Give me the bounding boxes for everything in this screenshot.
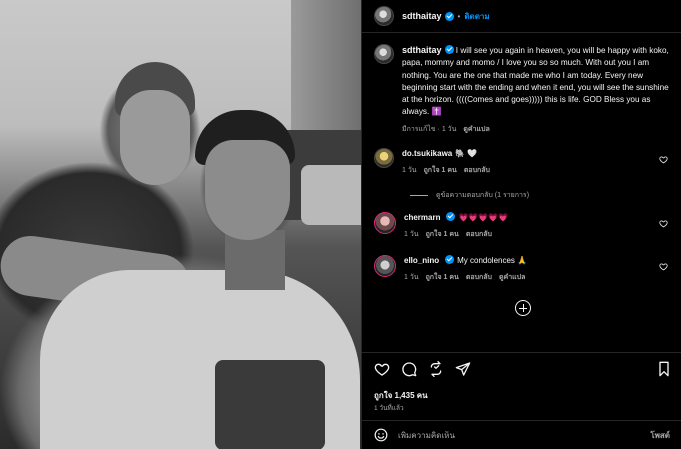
header-divider bbox=[362, 32, 681, 33]
send-icon[interactable] bbox=[455, 361, 471, 377]
comment-item: chermarn 💗💗💗💗💗 1 วัน ถูกใจ 1 คน ตอบกลับ bbox=[374, 212, 674, 240]
photo-pillow bbox=[301, 165, 361, 225]
instagram-post-modal: sdthaitay • ติดตาม sdthaitay I will see … bbox=[0, 0, 681, 449]
comment-username[interactable]: chermarn bbox=[404, 213, 440, 222]
comment-like-heart-icon[interactable] bbox=[659, 262, 668, 271]
comment-avatar[interactable] bbox=[374, 148, 394, 168]
comment-body: ello_nino My condolences 🙏 1 วัน ถูกใจ 1 ค… bbox=[404, 255, 664, 283]
bookmark-icon[interactable] bbox=[656, 361, 672, 377]
comment-text: 🐘 🤍 bbox=[455, 149, 478, 158]
likes-count[interactable]: ถูกใจ 1,435 คน bbox=[374, 389, 428, 402]
verified-badge-icon bbox=[445, 255, 455, 264]
comment-line: ello_nino My condolences 🙏 bbox=[404, 255, 664, 267]
comment-time: 1 วัน bbox=[404, 274, 419, 281]
comment-body: do.tsukikawa 🐘 🤍 1 วัน ถูกใจ 1 คน ตอบกลับ bbox=[402, 148, 662, 176]
follow-button[interactable]: ติดตาม bbox=[464, 10, 489, 23]
verified-badge-icon bbox=[444, 11, 454, 21]
smiley-icon[interactable] bbox=[374, 428, 388, 442]
comment-text: My condolences 🙏 bbox=[457, 256, 528, 265]
comment-reply-button[interactable]: ตอบกลับ bbox=[464, 167, 490, 174]
comment-item: ello_nino My condolences 🙏 1 วัน ถูกใจ 1 ค… bbox=[374, 255, 674, 283]
caption: sdthaitay I will see you again in heaven… bbox=[374, 44, 674, 136]
view-replies-text[interactable]: ดูข้อความตอบกลับ (1 รายการ) bbox=[436, 190, 529, 201]
header-separator: • bbox=[457, 11, 461, 21]
view-replies-link[interactable]: ดูข้อความตอบกลับ (1 รายการ) bbox=[410, 190, 529, 201]
caption-avatar[interactable] bbox=[374, 44, 394, 64]
photo-curtain bbox=[291, 0, 361, 150]
post-time: 1 วันที่แล้ว bbox=[374, 405, 404, 412]
photo-shirt-print bbox=[215, 360, 325, 449]
comment-item: do.tsukikawa 🐘 🤍 1 วัน ถูกใจ 1 คน ตอบกลับ bbox=[374, 148, 674, 176]
comment-meta: 1 วัน ถูกใจ 1 คน ตอบกลับ bbox=[402, 165, 662, 176]
comment-line: chermarn 💗💗💗💗💗 bbox=[404, 212, 664, 224]
comment-username[interactable]: do.tsukikawa bbox=[402, 149, 452, 158]
comment-reply-button[interactable]: ตอบกลับ bbox=[466, 231, 492, 238]
comment-meta: 1 วัน ถูกใจ 1 คน ตอบกลับ ดูคำแปล bbox=[404, 272, 664, 283]
post-photo[interactable] bbox=[0, 0, 361, 449]
photo-woman-face bbox=[120, 90, 190, 185]
header-username[interactable]: sdthaitay bbox=[402, 11, 442, 21]
plus-circle-icon[interactable] bbox=[515, 300, 531, 316]
actions-divider bbox=[362, 352, 681, 353]
post-header: sdthaitay • ติดตาม bbox=[362, 0, 681, 32]
avatar[interactable] bbox=[374, 6, 394, 26]
comment-username[interactable]: ello_nino bbox=[404, 256, 439, 265]
comment-body: chermarn 💗💗💗💗💗 1 วัน ถูกใจ 1 คน ตอบกลับ bbox=[404, 212, 664, 240]
post-comment-button[interactable]: โพสต์ bbox=[650, 429, 670, 442]
caption-meta: มีการแก้ไข · 1 วัน ดูคำแปล bbox=[402, 124, 670, 136]
comment-meta: 1 วัน ถูกใจ 1 คน ตอบกลับ bbox=[404, 229, 664, 240]
verified-badge-icon bbox=[446, 212, 456, 221]
comment-avatar[interactable] bbox=[374, 255, 396, 277]
comment-reply-button[interactable]: ตอบกลับ bbox=[466, 274, 492, 281]
share-icon[interactable] bbox=[428, 361, 444, 377]
comment-like-heart-icon[interactable] bbox=[659, 219, 668, 228]
comment-composer: โพสต์ bbox=[362, 421, 681, 449]
caption-translate-link[interactable]: ดูคำแปล bbox=[463, 126, 489, 133]
comment-likes[interactable]: ถูกใจ 1 คน bbox=[426, 274, 459, 281]
comment-likes[interactable]: ถูกใจ 1 คน bbox=[424, 167, 457, 174]
comment-likes[interactable]: ถูกใจ 1 คน bbox=[426, 231, 459, 238]
photo-man-face bbox=[205, 140, 290, 240]
comment-line: do.tsukikawa 🐘 🤍 bbox=[402, 148, 662, 160]
caption-username[interactable]: sdthaitay bbox=[402, 45, 442, 55]
caption-body: sdthaitay I will see you again in heaven… bbox=[402, 44, 670, 136]
comment-time: 1 วัน bbox=[402, 167, 417, 174]
caption-edited: มีการแก้ไข · 1 วัน bbox=[402, 125, 457, 133]
comment-avatar[interactable] bbox=[374, 212, 396, 234]
verified-badge-icon bbox=[444, 45, 454, 54]
comment-like-heart-icon[interactable] bbox=[659, 155, 668, 164]
heart-icon[interactable] bbox=[374, 361, 390, 377]
comment-text: 💗💗💗💗💗 bbox=[458, 213, 509, 222]
comment-icon[interactable] bbox=[401, 361, 417, 377]
comment-time: 1 วัน bbox=[404, 231, 419, 238]
comment-translate-link[interactable]: ดูคำแปล bbox=[499, 274, 525, 281]
post-side-panel: sdthaitay • ติดตาม sdthaitay I will see … bbox=[361, 0, 681, 449]
caption-text: I will see you again in heaven, you will… bbox=[402, 46, 669, 117]
comment-input[interactable] bbox=[398, 430, 628, 440]
action-bar bbox=[374, 361, 674, 379]
